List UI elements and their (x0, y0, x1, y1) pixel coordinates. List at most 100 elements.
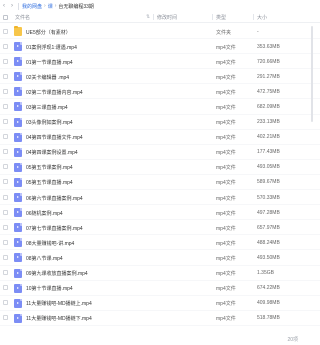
table-row[interactable]: 05第五节课直播.mp4 mp4文件 589.67MB (0, 175, 320, 191)
table-row[interactable]: 06随机案例.mp4 mp4文件 497.28MB (0, 205, 320, 221)
column-divider[interactable] (253, 14, 254, 20)
column-header-modified[interactable]: 修改时间 (157, 14, 177, 21)
file-name[interactable]: 11大量赚钱吧-MD播链下.mp4 (26, 315, 151, 322)
divider (18, 2, 19, 10)
file-name[interactable]: 06第六节课直播案例.mp4 (26, 195, 151, 202)
table-row[interactable]: 01第一节课直播.mp4 mp4文件 720.66MB (0, 54, 320, 70)
row-checkbox[interactable] (3, 315, 8, 321)
table-row[interactable]: 02关卡编辑器 .mp4 mp4文件 291.27MB (0, 69, 320, 85)
file-type: mp4文件 (216, 44, 236, 51)
table-row[interactable]: 04第四课案例设置.mp4 mp4文件 177.43MB (0, 145, 320, 160)
scrollbar[interactable] (311, 26, 313, 122)
file-type: mp4文件 (216, 286, 236, 293)
file-type: mp4文件 (216, 165, 236, 172)
file-size: 409.98MB (257, 300, 280, 307)
file-name[interactable]: 05第五节课直播.mp4 (26, 179, 151, 186)
sort-icon[interactable]: ⇅ (146, 14, 150, 20)
table-row[interactable]: 10第十节课直播.mp4 mp4文件 674.22MB (0, 281, 320, 296)
table-row[interactable]: 11大量赚钱吧-MD播链上.mp4 mp4文件 409.98MB (0, 296, 320, 311)
video-file-icon (14, 87, 22, 97)
row-checkbox[interactable] (3, 103, 8, 109)
file-type: mp4文件 (216, 316, 236, 323)
file-name[interactable]: 04第四节课直播文件.mp4 (26, 134, 151, 141)
file-name[interactable]: 03第三课直播.mp4 (26, 104, 151, 111)
row-checkbox[interactable] (3, 254, 8, 260)
file-size: 1.35GB (257, 270, 274, 276)
file-size: 488.24MB (257, 239, 280, 246)
file-name[interactable]: 02第二节课直播内容.mp4 (26, 89, 151, 96)
table-row[interactable]: UE5部分（有素材） 文件夹 - (0, 24, 320, 40)
file-size: 720.66MB (257, 58, 280, 65)
column-divider[interactable] (212, 14, 213, 20)
row-checkbox[interactable] (3, 285, 8, 291)
file-type: mp4文件 (216, 89, 236, 96)
file-name[interactable]: 08第八节课.mp4 (26, 255, 151, 262)
file-size: 682.09MB (257, 103, 280, 110)
file-name[interactable]: 01案例浮现1:遭遇.mp4 (26, 44, 151, 51)
row-checkbox[interactable] (3, 73, 8, 79)
file-size: 353.63MB (257, 43, 280, 50)
item-count: 20项 (287, 337, 298, 343)
row-checkbox[interactable] (3, 88, 8, 94)
table-row[interactable]: 03头像例如案例.mp4 mp4文件 233.13MB (0, 115, 320, 130)
column-header-name[interactable]: 文件名 (15, 14, 30, 21)
breadcrumb-item[interactable]: 课 (48, 3, 53, 10)
row-checkbox[interactable] (3, 209, 8, 215)
video-file-icon (14, 162, 22, 172)
file-name[interactable]: 04第四课案例设置.mp4 (26, 149, 151, 156)
row-checkbox[interactable] (3, 224, 8, 230)
table-row[interactable]: 03第三课直播.mp4 mp4文件 682.09MB (0, 99, 320, 115)
video-file-icon (14, 117, 22, 127)
file-name[interactable]: 10第十节课直播.mp4 (26, 285, 151, 292)
row-checkbox[interactable] (3, 43, 8, 49)
row-checkbox[interactable] (3, 149, 8, 155)
file-name[interactable]: 05第五节课案例.mp4 (26, 164, 151, 171)
column-divider[interactable] (153, 14, 154, 20)
row-checkbox[interactable] (3, 300, 8, 306)
table-row[interactable]: 11大量赚钱吧-MD播链下.mp4 mp4文件 518.78MB (0, 311, 320, 326)
file-name[interactable]: 06随机案例.mp4 (26, 210, 151, 217)
table-row[interactable]: 02第二节课直播内容.mp4 mp4文件 472.75MB (0, 84, 320, 100)
file-name[interactable]: 02关卡编辑器 .mp4 (26, 74, 151, 81)
table-row[interactable]: 01案例浮现1:遭遇.mp4 mp4文件 353.63MB (0, 39, 320, 55)
table-row[interactable]: 06第六节课直播案例.mp4 mp4文件 570.33MB (0, 190, 320, 206)
video-file-icon (14, 283, 22, 293)
row-checkbox[interactable] (3, 164, 8, 170)
table-row[interactable]: 08第八节课.mp4 mp4文件 493.50MB (0, 250, 320, 266)
row-checkbox[interactable] (3, 58, 8, 64)
table-row[interactable]: 05第五节课案例.mp4 mp4文件 493.05MB (0, 160, 320, 175)
row-checkbox[interactable] (3, 194, 8, 200)
table-row[interactable]: 09第九课收放直播案例.mp4 mp4文件 1.35GB (0, 266, 320, 281)
row-checkbox[interactable] (3, 119, 8, 125)
chevron-left-icon[interactable]: ‹ (0, 0, 8, 12)
file-name[interactable]: 09第九课收放直播案例.mp4 (26, 270, 151, 277)
column-header-type[interactable]: 类型 (216, 14, 226, 21)
video-file-icon (14, 102, 22, 112)
file-name[interactable]: UE5部分（有素材） (26, 29, 151, 36)
chevron-right-icon[interactable]: › (8, 0, 16, 12)
file-type: 文件夹 (216, 29, 232, 36)
breadcrumb-item[interactable]: 我的网盘 (22, 3, 42, 10)
file-name[interactable]: 08大量赚钱吧-讲.mp4 (26, 240, 151, 247)
row-checkbox[interactable] (3, 179, 8, 185)
video-file-icon (14, 223, 22, 233)
file-name[interactable]: 01第一节课直播.mp4 (26, 59, 151, 66)
file-name[interactable]: 03头像例如案例.mp4 (26, 119, 151, 126)
row-checkbox[interactable] (3, 239, 8, 245)
row-checkbox[interactable] (3, 134, 8, 140)
row-checkbox[interactable] (3, 270, 8, 275)
column-header-size[interactable]: 大小 (257, 14, 267, 21)
video-file-icon (14, 313, 22, 323)
file-name[interactable]: 11大量赚钱吧-MD播链上.mp4 (26, 300, 151, 307)
file-name[interactable]: 07第七节课直播案例.mp4 (26, 225, 151, 232)
breadcrumb-item[interactable]: 台无聊编程33期 (58, 3, 94, 10)
video-file-icon (14, 177, 22, 187)
file-size: 518.78MB (257, 315, 280, 322)
file-size: 233.13MB (257, 119, 280, 126)
table-row[interactable]: 04第四节课直播文件.mp4 mp4文件 402.21MB (0, 130, 320, 145)
select-all-checkbox[interactable] (3, 14, 8, 20)
table-row[interactable]: 07第七节课直播案例.mp4 mp4文件 657.97MB (0, 220, 320, 236)
table-row[interactable]: 08大量赚钱吧-讲.mp4 mp4文件 488.24MB (0, 235, 320, 251)
row-checkbox[interactable] (3, 28, 8, 34)
video-file-icon (14, 132, 22, 142)
